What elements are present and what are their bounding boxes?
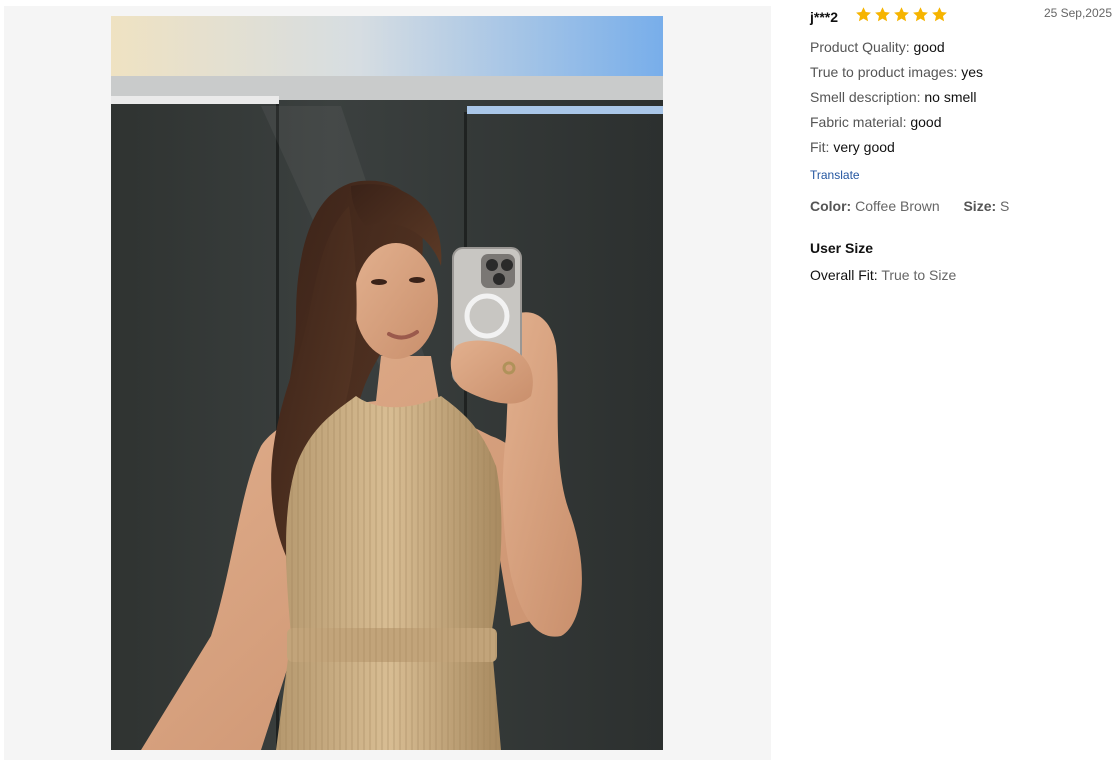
overall-fit-label: Overall Fit: bbox=[810, 267, 878, 283]
star-icon bbox=[856, 7, 871, 22]
star-icon bbox=[894, 7, 909, 22]
attribute-label: Fit: bbox=[810, 139, 830, 155]
attribute-value: very good bbox=[833, 139, 895, 155]
attribute-value: no smell bbox=[924, 89, 977, 105]
attribute-row: Fabric material: good bbox=[810, 110, 983, 135]
review-date: 25 Sep,2025 bbox=[1043, 6, 1112, 20]
attribute-label: True to product images: bbox=[810, 64, 958, 80]
attribute-value: yes bbox=[961, 64, 984, 80]
size-value: S bbox=[1000, 198, 1010, 214]
purchased-variant: Color: Coffee Brown Size: S bbox=[810, 198, 1009, 214]
star-icon bbox=[913, 7, 928, 22]
review-panel: j***2 25 Sep,2025 Product Quality: good … bbox=[810, 0, 1112, 760]
star-icon bbox=[932, 7, 947, 22]
attribute-label: Smell description: bbox=[810, 89, 921, 105]
attribute-row: Product Quality: good bbox=[810, 35, 983, 60]
overall-fit: Overall Fit: True to Size bbox=[810, 267, 956, 283]
attribute-row: Smell description: no smell bbox=[810, 85, 983, 110]
attribute-row: True to product images: yes bbox=[810, 60, 983, 85]
user-size-heading: User Size bbox=[810, 240, 874, 256]
review-attributes: Product Quality: good True to product im… bbox=[810, 35, 983, 160]
attribute-value: good bbox=[913, 39, 945, 55]
attribute-value: good bbox=[910, 114, 942, 130]
star-icon bbox=[875, 7, 890, 22]
review-photo-graphic bbox=[111, 16, 663, 750]
review-photo[interactable] bbox=[111, 16, 663, 750]
size-label: Size: bbox=[963, 198, 997, 214]
translate-link[interactable]: Translate bbox=[810, 168, 860, 182]
reviewer-username: j***2 bbox=[810, 9, 839, 25]
attribute-row: Fit: very good bbox=[810, 135, 983, 160]
review-image-viewer bbox=[4, 6, 771, 760]
rating-stars bbox=[855, 6, 948, 23]
attribute-label: Fabric material: bbox=[810, 114, 907, 130]
attribute-label: Product Quality: bbox=[810, 39, 910, 55]
color-value: Coffee Brown bbox=[855, 198, 940, 214]
overall-fit-value: True to Size bbox=[881, 267, 957, 283]
color-label: Color: bbox=[810, 198, 852, 214]
